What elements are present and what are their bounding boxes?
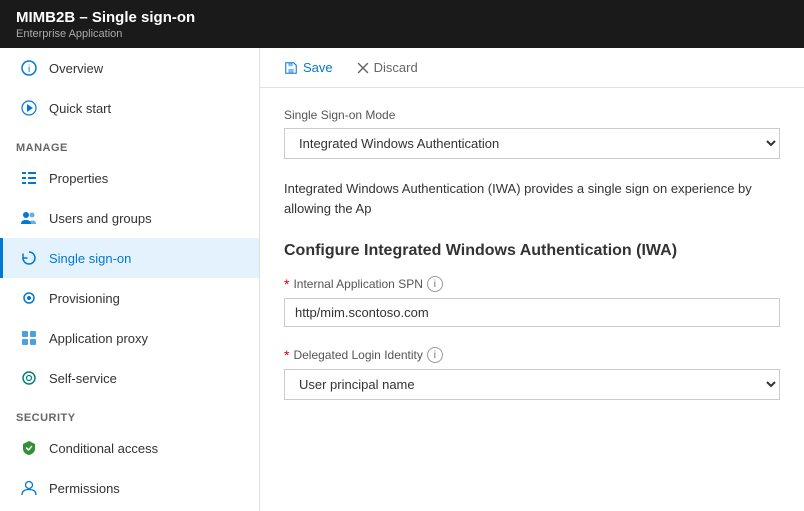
main-content: Save Discard Single Sign-on Mode Integra…	[260, 48, 804, 511]
save-icon	[284, 61, 298, 75]
sso-mode-field: Single Sign-on Mode Integrated Windows A…	[284, 108, 780, 159]
spn-required-star: *	[284, 276, 289, 292]
sidebar-item-self-service[interactable]: Self-service	[0, 358, 259, 398]
security-section-label: SECURITY	[0, 398, 259, 428]
discard-button[interactable]: Discard	[353, 58, 422, 77]
sidebar-item-conditional-access[interactable]: Conditional access	[0, 428, 259, 468]
quickstart-icon	[19, 98, 39, 118]
properties-icon	[19, 168, 39, 188]
sidebar-item-single-sign-on[interactable]: Single sign-on	[0, 238, 259, 278]
sso-mode-label: Single Sign-on Mode	[284, 108, 780, 122]
login-identity-select[interactable]: User principal name	[284, 369, 780, 400]
application-proxy-icon	[19, 328, 39, 348]
spn-label-row: * Internal Application SPN i	[284, 276, 780, 292]
manage-section-label: MANAGE	[0, 128, 259, 158]
login-identity-info-icon[interactable]: i	[427, 347, 443, 363]
sidebar-sso-label: Single sign-on	[49, 251, 131, 266]
login-identity-required-star: *	[284, 347, 289, 363]
sidebar-item-quickstart[interactable]: Quick start	[0, 88, 259, 128]
sidebar-item-users-groups[interactable]: Users and groups	[0, 198, 259, 238]
sidebar-item-application-proxy[interactable]: Application proxy	[0, 318, 259, 358]
self-service-icon	[19, 368, 39, 388]
sidebar-item-provisioning[interactable]: Provisioning	[0, 278, 259, 318]
sidebar-quickstart-label: Quick start	[49, 101, 111, 116]
spn-label: Internal Application SPN	[293, 277, 422, 291]
sidebar-users-groups-label: Users and groups	[49, 211, 152, 226]
header-title: MIMB2B – Single sign-on	[16, 9, 788, 26]
sidebar-item-overview[interactable]: i Overview	[0, 48, 259, 88]
iwa-description: Integrated Windows Authentication (IWA) …	[284, 179, 780, 218]
spn-field-group: * Internal Application SPN i	[284, 276, 780, 327]
sidebar-item-permissions[interactable]: Permissions	[0, 468, 259, 508]
content-area: Single Sign-on Mode Integrated Windows A…	[260, 88, 804, 440]
save-button[interactable]: Save	[280, 58, 337, 77]
permissions-icon	[19, 478, 39, 498]
login-identity-label-row: * Delegated Login Identity i	[284, 347, 780, 363]
spn-info-icon[interactable]: i	[427, 276, 443, 292]
header-subtitle: Enterprise Application	[16, 28, 788, 40]
sidebar-conditional-access-label: Conditional access	[49, 441, 158, 456]
toolbar: Save Discard	[260, 48, 804, 88]
configure-iwa-title: Configure Integrated Windows Authenticat…	[284, 242, 780, 260]
single-sign-on-icon	[19, 248, 39, 268]
sidebar-permissions-label: Permissions	[49, 481, 120, 496]
conditional-access-icon	[19, 438, 39, 458]
provisioning-icon	[19, 288, 39, 308]
users-groups-icon	[19, 208, 39, 228]
sidebar-self-service-label: Self-service	[49, 371, 117, 386]
spn-input[interactable]	[284, 298, 780, 327]
sidebar-overview-label: Overview	[49, 61, 103, 76]
sso-mode-select[interactable]: Integrated Windows Authentication	[284, 128, 780, 159]
login-identity-field-group: * Delegated Login Identity i User princi…	[284, 347, 780, 400]
overview-icon: i	[19, 58, 39, 78]
sidebar-item-properties[interactable]: Properties	[0, 158, 259, 198]
sidebar-provisioning-label: Provisioning	[49, 291, 120, 306]
sidebar: i Overview Quick start MANAGE	[0, 48, 260, 511]
login-identity-label: Delegated Login Identity	[293, 348, 422, 362]
discard-icon	[357, 62, 369, 74]
sidebar-properties-label: Properties	[49, 171, 108, 186]
sidebar-app-proxy-label: Application proxy	[49, 331, 148, 346]
svg-text:i: i	[28, 64, 30, 75]
app-header: MIMB2B – Single sign-on Enterprise Appli…	[0, 0, 804, 48]
